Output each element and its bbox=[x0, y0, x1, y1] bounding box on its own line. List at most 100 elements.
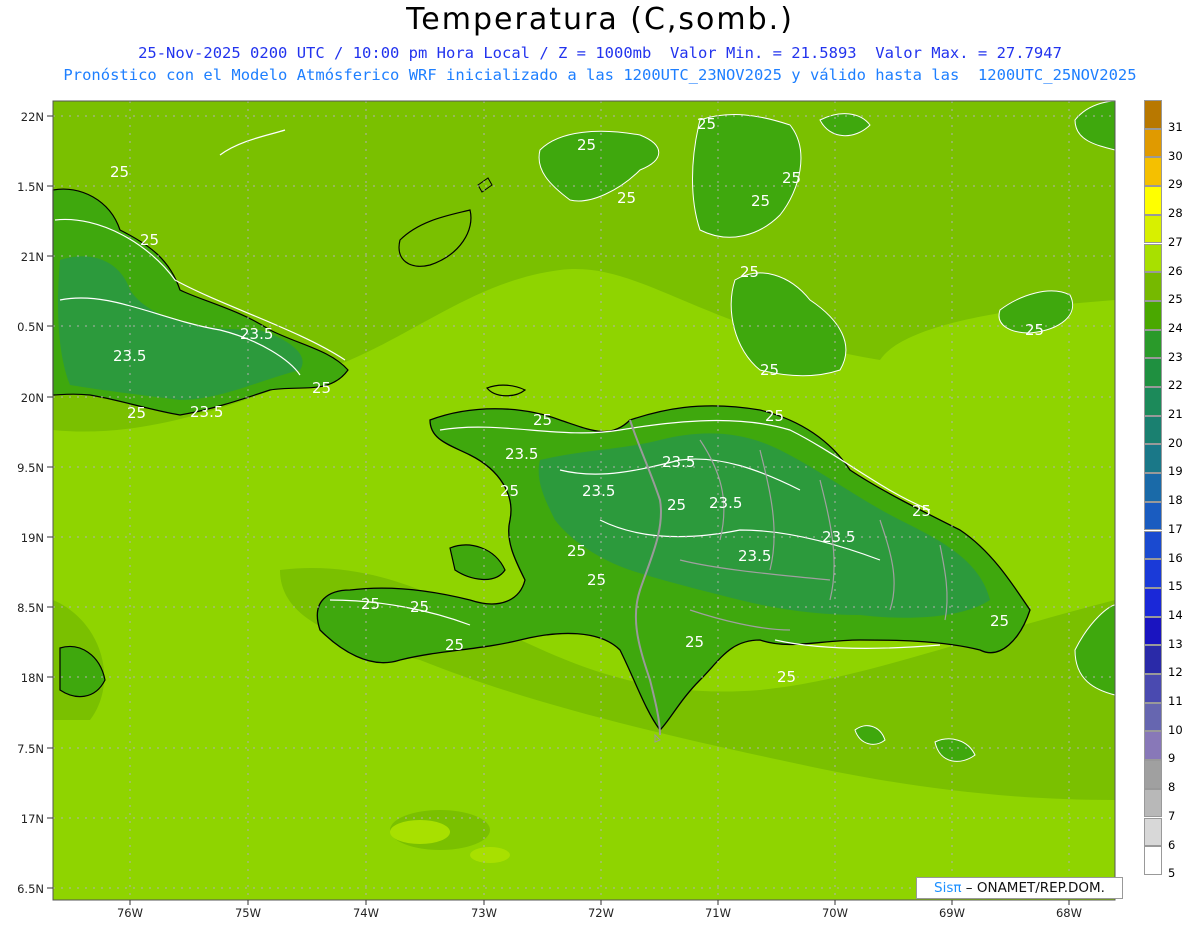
contour-label: 23.5 bbox=[240, 325, 273, 343]
contour-label: 25 bbox=[740, 263, 759, 281]
colorbar-label: 6 bbox=[1168, 837, 1176, 852]
contour-label: 25 bbox=[1025, 321, 1044, 339]
colorbar-label: 16 bbox=[1168, 550, 1183, 565]
colorbar-label: 8 bbox=[1168, 780, 1176, 795]
lon-label: 68W bbox=[1056, 906, 1082, 920]
contour-label: 25 bbox=[410, 598, 429, 616]
lon-label: 74W bbox=[353, 906, 379, 920]
colorbar-cell bbox=[1144, 128, 1162, 158]
colorbar-label: 20 bbox=[1168, 435, 1183, 450]
contour-label: 25 bbox=[912, 502, 931, 520]
lat-label: 18N bbox=[21, 671, 44, 685]
colorbar-cell bbox=[1144, 100, 1162, 129]
colorbar-cell bbox=[1144, 731, 1162, 761]
contour-label: 25 bbox=[760, 361, 779, 379]
colorbar-label: 17 bbox=[1168, 521, 1183, 536]
contour-label: 25 bbox=[990, 612, 1009, 630]
contour-label: 25 bbox=[617, 189, 636, 207]
colorbar-label: 14 bbox=[1168, 607, 1183, 622]
contour-label: 23.5 bbox=[505, 445, 538, 463]
colorbar-label: 24 bbox=[1168, 320, 1183, 335]
colorbar-cell bbox=[1144, 358, 1162, 387]
latitude-ticks bbox=[47, 115, 53, 889]
light-patch-2 bbox=[470, 847, 510, 863]
contour-label: 25 bbox=[777, 668, 796, 686]
org-label: ONAMET/REP.DOM. bbox=[976, 880, 1105, 896]
colorbar-cell bbox=[1144, 530, 1162, 560]
contour-label: 23.5 bbox=[113, 347, 146, 365]
colorbar-cell bbox=[1144, 444, 1162, 474]
contour-label: 25 bbox=[445, 636, 464, 654]
colorbar-cell bbox=[1144, 501, 1162, 531]
longitude-axis: 76W 75W 74W 73W 72W 71W 70W 69W 68W bbox=[117, 906, 1082, 920]
colorbar-label: 5 bbox=[1168, 866, 1176, 881]
contour-label: 25 bbox=[140, 231, 159, 249]
contour-label: 23.5 bbox=[582, 482, 615, 500]
lat-label: 21N bbox=[21, 250, 44, 264]
colorbar-label: 28 bbox=[1168, 206, 1183, 221]
colorbar-label: 30 bbox=[1168, 148, 1183, 163]
colorbar-cell bbox=[1144, 272, 1162, 301]
lon-label: 71W bbox=[705, 906, 731, 920]
colorbar-cell bbox=[1144, 846, 1162, 875]
colorbar-cell bbox=[1144, 243, 1162, 273]
lat-label: 19N bbox=[21, 531, 44, 545]
colorbar-cell bbox=[1144, 214, 1162, 244]
light-patch bbox=[390, 820, 450, 844]
contour-label: 25 bbox=[500, 482, 519, 500]
contour-label: 25 bbox=[697, 115, 716, 133]
colorbar-cell bbox=[1144, 300, 1162, 330]
colorbar-cell bbox=[1144, 702, 1162, 732]
colorbar-cell bbox=[1144, 559, 1162, 588]
colorbar-cell bbox=[1144, 645, 1162, 674]
contour-label: 25 bbox=[587, 571, 606, 589]
colorbar-label: 22 bbox=[1168, 378, 1183, 393]
contour-label: 23.5 bbox=[662, 453, 695, 471]
lon-label: 72W bbox=[588, 906, 614, 920]
contour-label: 25 bbox=[751, 192, 770, 210]
contour-label: 23.5 bbox=[738, 547, 771, 565]
colorbar-label: 25 bbox=[1168, 292, 1183, 307]
colorbar-label: 19 bbox=[1168, 464, 1183, 479]
temperature-map: 25 25 25 25 25 25 25 25 25 25 25 25 25 2… bbox=[17, 100, 1116, 920]
latitude-axis: 22N 1.5N 21N 0.5N 20N 9.5N 19N 8.5N 18N … bbox=[17, 110, 44, 896]
lon-label: 73W bbox=[471, 906, 497, 920]
lon-label: 70W bbox=[822, 906, 848, 920]
contour-label: 25 bbox=[110, 163, 129, 181]
colorbar-label: 23 bbox=[1168, 349, 1183, 364]
colorbar-label: 27 bbox=[1168, 234, 1183, 249]
colorbar-label: 26 bbox=[1168, 263, 1183, 278]
longitude-ticks bbox=[129, 900, 1070, 905]
lon-label: 75W bbox=[235, 906, 261, 920]
colorbar-label: 11 bbox=[1168, 694, 1183, 708]
lon-label: 69W bbox=[939, 906, 965, 920]
colorbar-label: 29 bbox=[1168, 177, 1183, 192]
contour-label: 25 bbox=[685, 633, 704, 651]
colorbar-cell bbox=[1144, 415, 1162, 445]
colorbar-cell bbox=[1144, 157, 1162, 187]
colorbar-label: 10 bbox=[1168, 722, 1183, 737]
colorbar-cell bbox=[1144, 788, 1162, 818]
lon-label: 76W bbox=[117, 906, 143, 920]
colorbar-label: 15 bbox=[1168, 579, 1183, 594]
contour-label: 23.5 bbox=[190, 403, 223, 421]
colorbar-label: 31 bbox=[1168, 120, 1183, 134]
credit-box: Sisπ – ONAMET/REP.DOM. bbox=[916, 877, 1123, 899]
lat-label: 17N bbox=[21, 812, 44, 826]
lat-label: 9.5N bbox=[17, 461, 44, 475]
colorbar-cell bbox=[1144, 587, 1162, 617]
lat-label: 20N bbox=[21, 391, 44, 405]
contour-label: 25 bbox=[765, 407, 784, 425]
contour-label: 25 bbox=[782, 169, 801, 187]
colorbar-label: 13 bbox=[1168, 636, 1183, 651]
colorbar-cell bbox=[1144, 329, 1162, 359]
colorbar-cell bbox=[1144, 186, 1162, 215]
colorbar-cell bbox=[1144, 473, 1162, 502]
contour-label: 25 bbox=[567, 542, 586, 560]
colorbar-cell bbox=[1144, 817, 1162, 847]
contour-label: 25 bbox=[361, 595, 380, 613]
colorbar-cell bbox=[1144, 760, 1162, 789]
contour-label: 25 bbox=[127, 404, 146, 422]
brand-label: Sisπ bbox=[934, 880, 962, 896]
contour-label: 25 bbox=[312, 379, 331, 397]
